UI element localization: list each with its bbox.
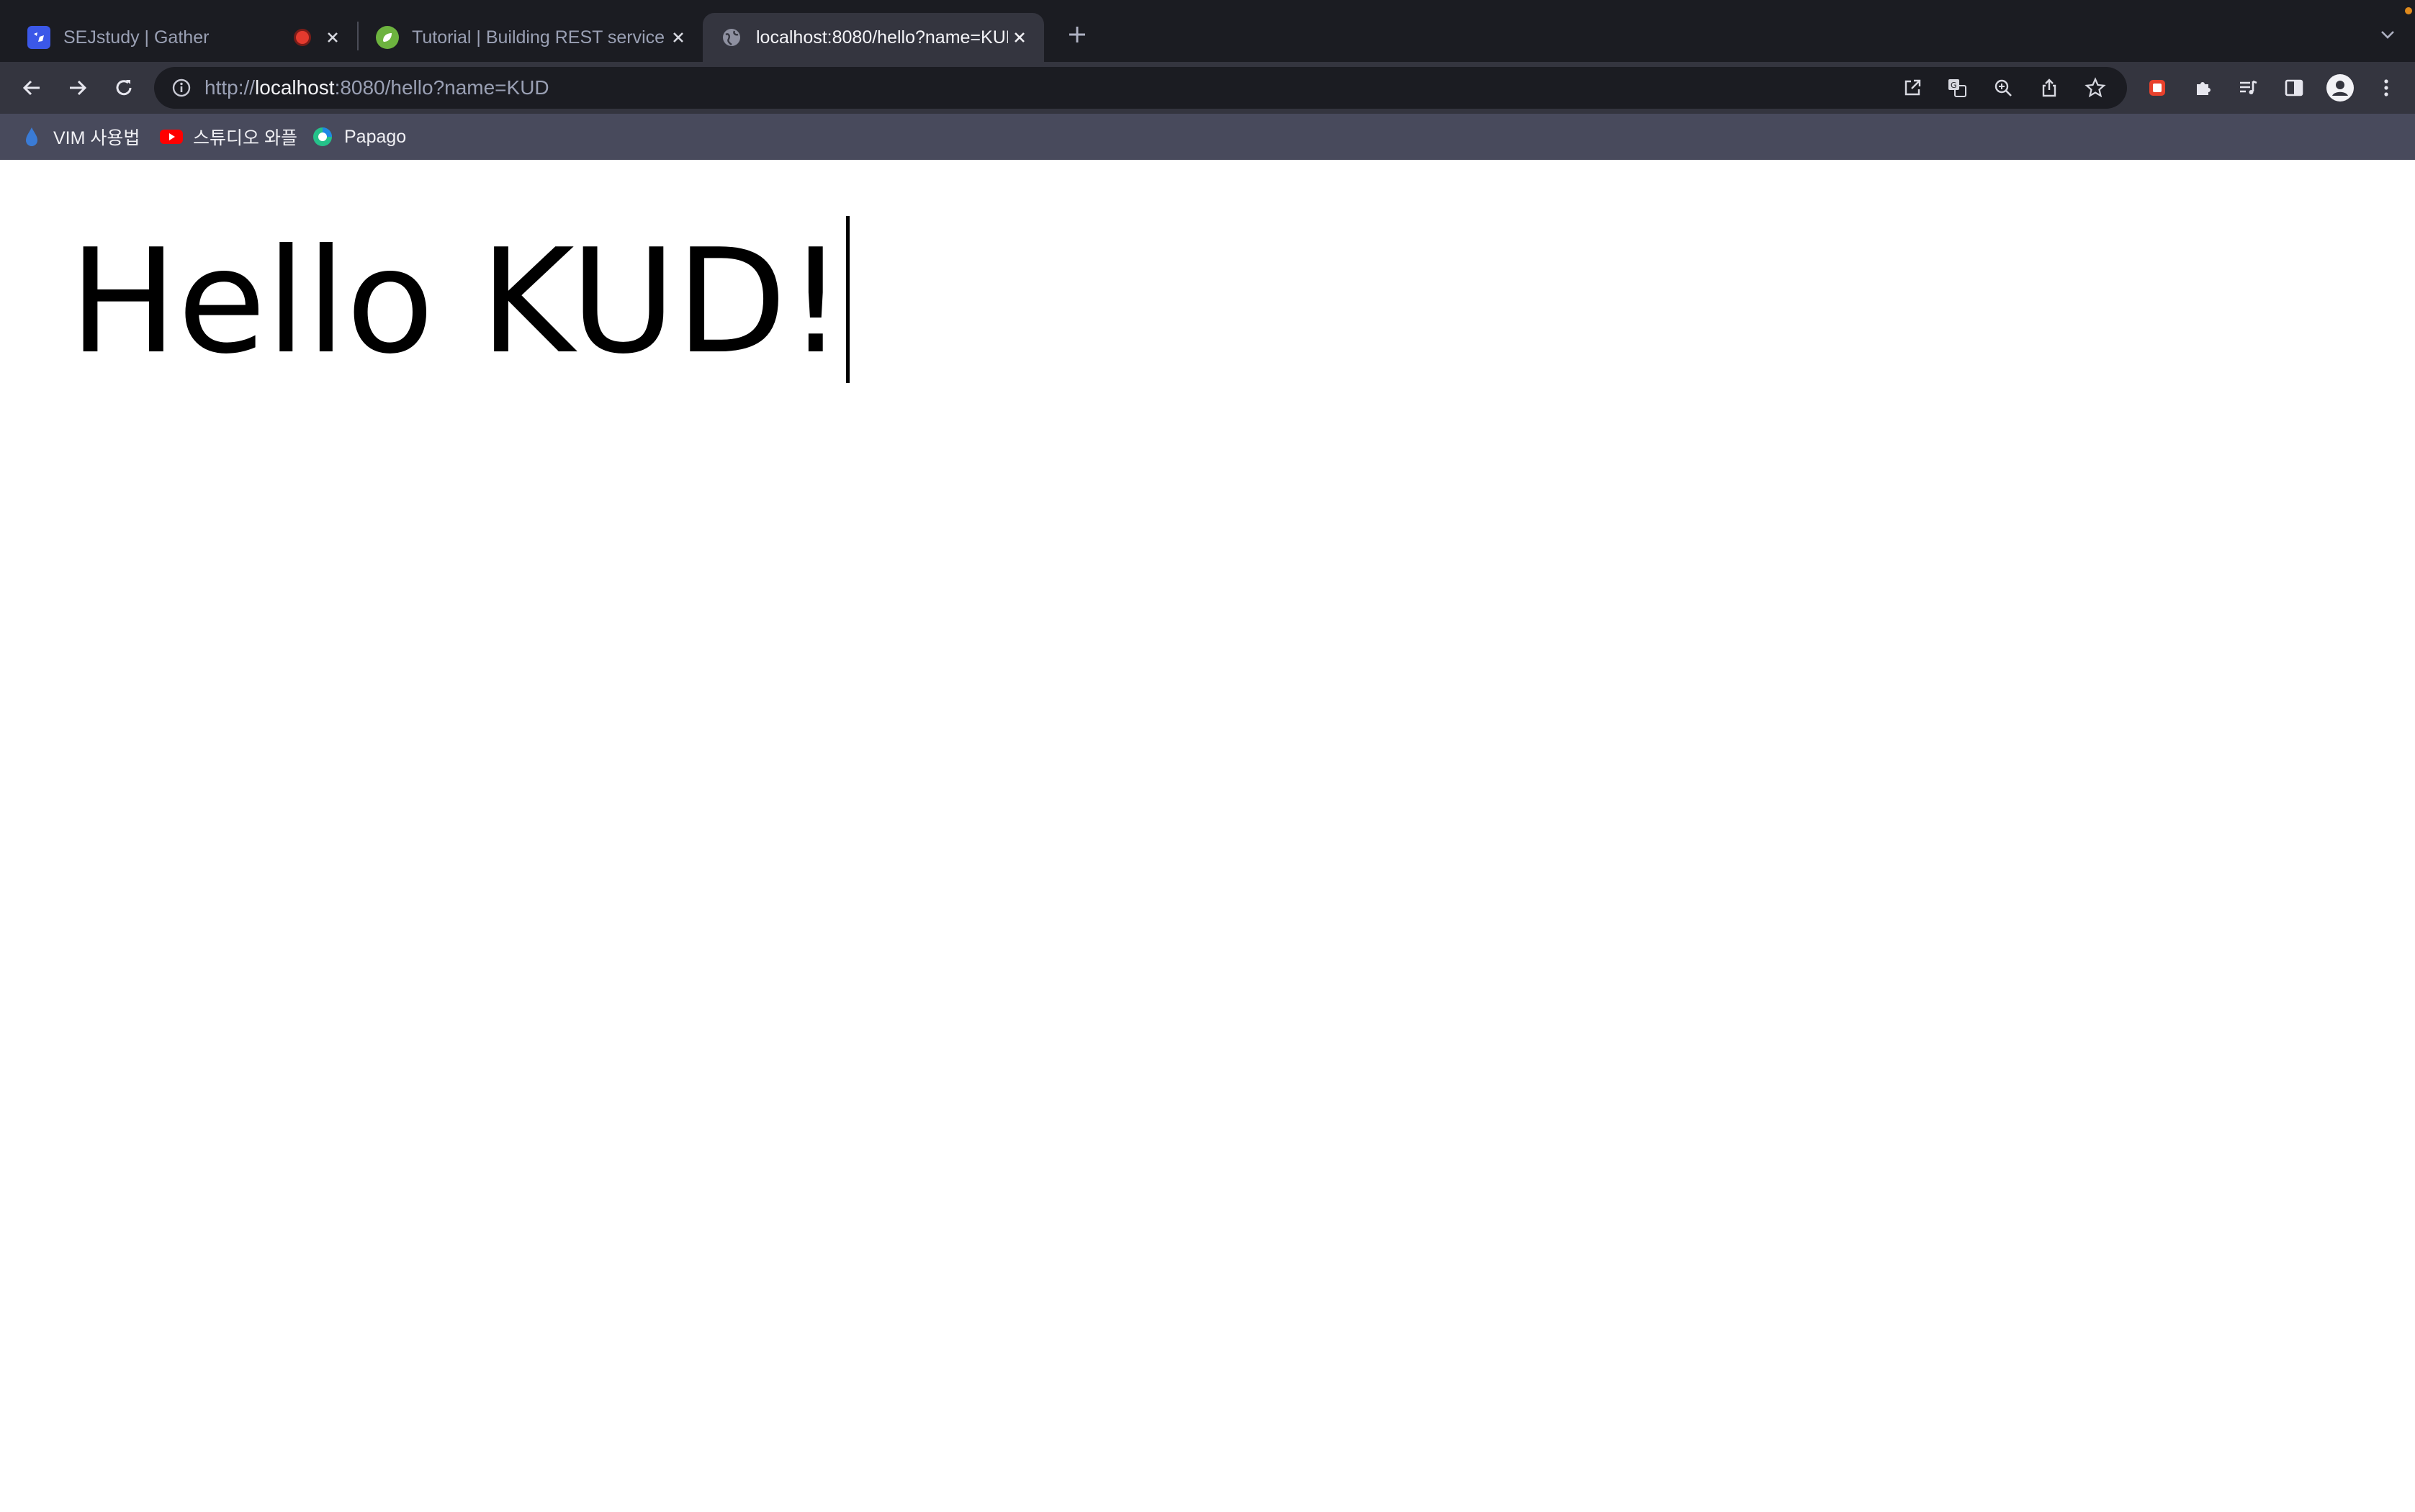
url-text[interactable]: http://localhost:8080/hello?name=KUD: [204, 67, 549, 109]
new-tab-button[interactable]: [1061, 19, 1093, 50]
profile-avatar-icon[interactable]: [2323, 71, 2357, 105]
youtube-icon: [160, 125, 183, 148]
zoom-icon[interactable]: [1990, 75, 2016, 101]
recording-icon: [294, 29, 311, 46]
tab-title: SEJstudy | Gather: [63, 27, 210, 48]
tab-gather[interactable]: SEJstudy | Gather: [10, 13, 356, 62]
bookmark-vim[interactable]: VIM 사용법: [20, 114, 140, 160]
tab-spring-tutorial[interactable]: Tutorial | Building REST services: [359, 13, 703, 62]
url-scheme: http://: [204, 76, 256, 99]
bookmark-label: 스튜디오 와플: [193, 128, 297, 148]
toolbar: http://localhost:8080/hello?name=KUD G: [0, 62, 2415, 114]
greeting-text: Hello KUD!: [69, 216, 850, 389]
back-button[interactable]: [14, 71, 49, 105]
open-in-app-icon[interactable]: [1899, 75, 1925, 101]
tab-strip: SEJstudy | Gather Tutorial | Building RE…: [0, 0, 2415, 62]
extension-adblock-icon[interactable]: [2140, 71, 2175, 105]
papago-icon: [311, 125, 334, 148]
side-panel-icon[interactable]: [2277, 71, 2311, 105]
gather-icon: [27, 26, 50, 49]
tab-title: localhost:8080/hello?name=KUD: [756, 27, 1008, 48]
greeting-label: Hello KUD!: [69, 218, 845, 386]
spring-leaf-icon: [376, 26, 399, 49]
text-cursor: [845, 216, 850, 383]
forward-button[interactable]: [60, 71, 95, 105]
info-icon[interactable]: [170, 76, 193, 99]
translate-icon[interactable]: G: [1944, 75, 1970, 101]
bookmark-studio-waffle[interactable]: 스튜디오 와플: [160, 114, 297, 160]
media-control-icon[interactable]: [2231, 71, 2265, 105]
bookmark-label: Papago: [344, 126, 407, 147]
extensions-puzzle-icon[interactable]: [2186, 71, 2221, 105]
chevron-down-icon[interactable]: [2373, 20, 2402, 49]
address-bar[interactable]: http://localhost:8080/hello?name=KUD G: [154, 67, 2127, 109]
globe-icon: [720, 26, 743, 49]
close-icon[interactable]: [664, 23, 693, 52]
update-indicator: [2405, 7, 2412, 14]
vim-icon: [20, 125, 43, 148]
reload-button[interactable]: [107, 71, 141, 105]
bookmarks-bar: VIM 사용법 스튜디오 와플 Papago: [0, 114, 2415, 160]
close-icon[interactable]: [1005, 23, 1034, 52]
more-menu-icon[interactable]: [2369, 71, 2403, 105]
svg-text:G: G: [1951, 81, 1957, 90]
page-content: Hello KUD!: [0, 160, 2415, 1512]
bookmark-star-icon[interactable]: [2082, 75, 2108, 101]
close-icon[interactable]: [318, 23, 347, 52]
bookmark-papago[interactable]: Papago: [311, 114, 406, 160]
tab-localhost[interactable]: localhost:8080/hello?name=KUD: [703, 13, 1044, 62]
url-host: localhost: [255, 76, 335, 99]
tab-title: Tutorial | Building REST services: [412, 27, 664, 48]
url-path: :8080/hello?name=KUD: [334, 76, 549, 99]
share-icon[interactable]: [2036, 75, 2062, 101]
bookmark-label: VIM 사용법: [53, 128, 140, 148]
